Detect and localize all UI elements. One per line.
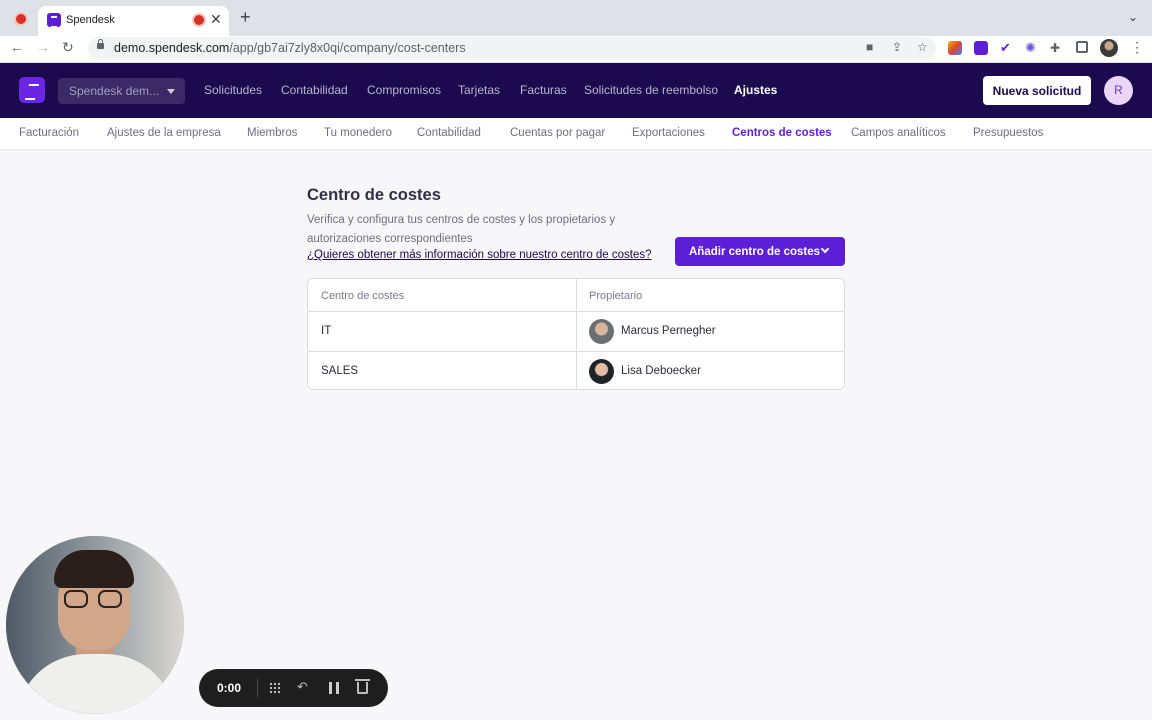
owner-avatar bbox=[589, 319, 614, 344]
recorder-divider bbox=[257, 679, 258, 697]
add-cost-center-button[interactable]: Añadir centro de costes bbox=[675, 237, 845, 266]
side-panel-icon[interactable] bbox=[1076, 41, 1088, 53]
nav-contabilidad[interactable]: Contabilidad bbox=[281, 83, 348, 97]
page-description: Verifica y configura tus centros de cost… bbox=[307, 214, 616, 245]
recording-controls: 0:00 ↶ bbox=[199, 669, 388, 707]
subnav-ajustes-empresa[interactable]: Ajustes de la empresa bbox=[107, 127, 221, 139]
camera-icon[interactable]: ■ bbox=[866, 40, 873, 54]
nav-facturas[interactable]: Facturas bbox=[520, 83, 567, 97]
gear-extension-icon[interactable]: ✺ bbox=[1025, 41, 1039, 55]
tab-close-icon[interactable]: ✕ bbox=[210, 11, 222, 28]
browser-tab-strip: Spendesk ✕ + ⌄ bbox=[0, 0, 1152, 36]
table-row[interactable]: IT Marcus Pernegher bbox=[308, 312, 844, 351]
lock-icon bbox=[97, 39, 104, 49]
tab-recording-icon bbox=[194, 15, 204, 25]
browser-toolbar: ← → ↻ demo.spendesk.com/app/gb7ai7zly8x0… bbox=[0, 36, 1152, 63]
webcam-bubble[interactable] bbox=[6, 536, 184, 714]
subnav-tu-monedero[interactable]: Tu monedero bbox=[324, 127, 392, 139]
undo-icon[interactable]: ↶ bbox=[297, 679, 308, 695]
company-switcher[interactable]: Spendesk dem... bbox=[58, 78, 185, 104]
spendesk-logo-icon[interactable] bbox=[19, 77, 45, 103]
column-header-owner: Propietario bbox=[589, 290, 643, 302]
subnav-cuentas-por-pagar[interactable]: Cuentas por pagar bbox=[510, 127, 605, 139]
subnav-exportaciones[interactable]: Exportaciones bbox=[632, 127, 705, 139]
recording-timer: 0:00 bbox=[217, 681, 242, 695]
cost-center-name: SALES bbox=[321, 365, 359, 377]
app-header: Spendesk dem... Solicitudes Contabilidad… bbox=[0, 63, 1152, 118]
glasses-right-lens bbox=[98, 590, 122, 608]
new-tab-button[interactable]: + bbox=[240, 8, 251, 26]
back-arrow-icon[interactable]: ← bbox=[10, 39, 24, 55]
puzzle-extensions-icon[interactable]: ✚ bbox=[1050, 41, 1064, 55]
recording-indicator-icon bbox=[16, 14, 26, 24]
subnav-presupuestos[interactable]: Presupuestos bbox=[973, 127, 1043, 139]
bookmark-star-icon[interactable]: ☆ bbox=[917, 40, 928, 54]
table-header: Centro de costes Propietario bbox=[308, 279, 844, 312]
url-domain: demo.spendesk.com bbox=[114, 41, 230, 55]
subnav-miembros[interactable]: Miembros bbox=[247, 127, 297, 139]
browser-tab-spendesk[interactable]: Spendesk ✕ bbox=[38, 6, 229, 36]
nav-ajustes[interactable]: Ajustes bbox=[734, 83, 777, 97]
add-cost-center-label: Añadir centro de costes bbox=[689, 245, 821, 258]
pause-icon[interactable] bbox=[329, 682, 339, 694]
nav-compromisos[interactable]: Compromisos bbox=[367, 83, 441, 97]
owner-name: Marcus Pernegher bbox=[621, 325, 716, 337]
column-header-cost-center: Centro de costes bbox=[321, 290, 405, 302]
trash-icon[interactable] bbox=[355, 679, 370, 694]
chevron-down-icon bbox=[820, 244, 830, 254]
nav-solicitudes[interactable]: Solicitudes bbox=[204, 83, 262, 97]
owner-name: Lisa Deboecker bbox=[621, 365, 701, 377]
owner-avatar bbox=[589, 359, 614, 384]
webcam-person-hair bbox=[54, 550, 134, 588]
reload-icon[interactable]: ↻ bbox=[62, 39, 74, 56]
subnav-contabilidad[interactable]: Contabilidad bbox=[417, 127, 481, 139]
browser-profile-avatar[interactable] bbox=[1100, 39, 1118, 57]
cost-center-name: IT bbox=[321, 325, 332, 337]
user-avatar[interactable]: R bbox=[1104, 76, 1133, 105]
subnav-campos-analiticos[interactable]: Campos analíticos bbox=[851, 127, 946, 139]
check-extension-icon[interactable]: ✔ bbox=[1000, 41, 1014, 55]
drag-handle-icon[interactable] bbox=[269, 682, 281, 694]
page-title: Centro de costes bbox=[307, 186, 441, 204]
spendesk-extension-icon[interactable] bbox=[974, 41, 988, 55]
browser-menu-icon[interactable]: ⋮ bbox=[1130, 39, 1144, 56]
extension-icon[interactable] bbox=[948, 41, 962, 55]
subnav-facturacion[interactable]: Facturación bbox=[19, 127, 79, 139]
forward-arrow-icon[interactable]: → bbox=[36, 39, 50, 55]
spendesk-favicon-icon bbox=[47, 13, 61, 28]
tab-title: Spendesk bbox=[66, 14, 115, 26]
settings-subnav: Facturación Ajustes de la empresa Miembr… bbox=[0, 118, 1152, 150]
cost-centers-table: Centro de costes Propietario IT Marcus P… bbox=[307, 278, 845, 390]
nav-solicitudes-reembolso[interactable]: Solicitudes de reembolso bbox=[584, 83, 718, 97]
company-name: Spendesk dem... bbox=[69, 84, 160, 98]
caret-down-icon bbox=[167, 89, 175, 94]
cost-center-info-link[interactable]: ¿Quieres obtener más información sobre n… bbox=[307, 249, 652, 261]
table-row[interactable]: SALES Lisa Deboecker bbox=[308, 351, 844, 389]
glasses-left-lens bbox=[64, 590, 88, 608]
share-icon[interactable]: ⇪ bbox=[892, 40, 902, 54]
url-text: demo.spendesk.com/app/gb7ai7zly8x0qi/com… bbox=[114, 41, 466, 55]
url-path: /app/gb7ai7zly8x0qi/company/cost-centers bbox=[229, 41, 466, 55]
address-bar[interactable]: demo.spendesk.com/app/gb7ai7zly8x0qi/com… bbox=[88, 37, 936, 60]
nav-tarjetas[interactable]: Tarjetas bbox=[458, 83, 500, 97]
new-request-button[interactable]: Nueva solicitud bbox=[983, 76, 1091, 105]
tab-search-chevron-icon[interactable]: ⌄ bbox=[1128, 10, 1138, 24]
subnav-centros-de-costes[interactable]: Centros de costes bbox=[732, 127, 832, 139]
